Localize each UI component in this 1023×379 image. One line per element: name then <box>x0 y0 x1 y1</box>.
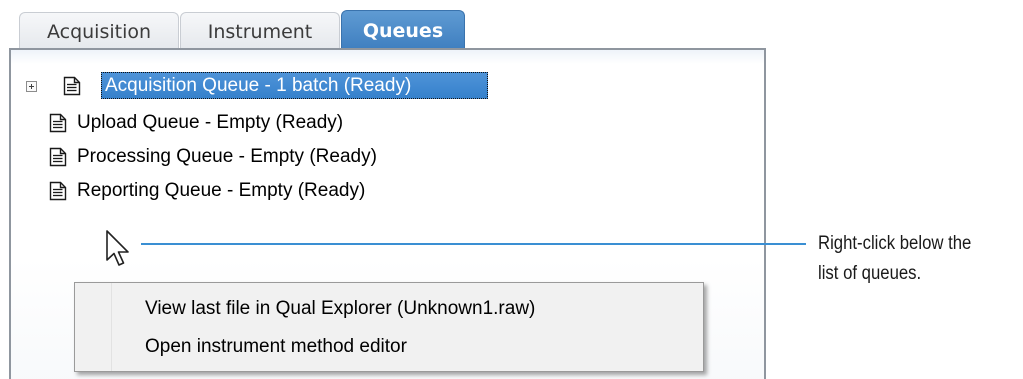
document-icon <box>49 113 67 133</box>
tree-item-reporting-queue[interactable]: Reporting Queue - Empty (Ready) <box>77 178 365 204</box>
callout-line-2: list of queues. <box>818 263 922 284</box>
tree-item-processing-queue[interactable]: Processing Queue - Empty (Ready) <box>77 144 377 170</box>
callout-annotation: Right-click below the list of queues. <box>818 229 998 289</box>
tab-instrument[interactable]: Instrument <box>180 12 340 48</box>
document-icon <box>63 76 81 96</box>
callout-line-1: Right-click below the <box>818 233 972 254</box>
menu-item-view-last-file[interactable]: View last file in Qual Explorer (Unknown… <box>113 292 699 326</box>
tab-queues[interactable]: Queues <box>341 10 465 49</box>
context-menu: View last file in Qual Explorer (Unknown… <box>74 282 704 372</box>
menu-item-open-method-editor[interactable]: Open instrument method editor <box>113 330 699 364</box>
tree-item-upload-queue[interactable]: Upload Queue - Empty (Ready) <box>77 110 343 136</box>
menu-icon-gutter <box>75 283 112 371</box>
expand-plus-icon[interactable] <box>26 81 37 92</box>
document-icon <box>49 147 67 167</box>
panel-header-strip <box>11 50 764 64</box>
document-icon <box>49 181 67 201</box>
screenshot-canvas: Acquisition Instrument Queues Acquisitio… <box>0 0 1023 379</box>
mouse-pointer-icon <box>104 229 132 271</box>
tree-item-label: Acquisition Queue - 1 batch (Ready) <box>105 75 412 96</box>
tab-acquisition[interactable]: Acquisition <box>19 12 179 48</box>
callout-leader-line <box>141 243 806 245</box>
tree-item-acquisition-queue[interactable]: Acquisition Queue - 1 batch (Ready) <box>101 72 488 99</box>
